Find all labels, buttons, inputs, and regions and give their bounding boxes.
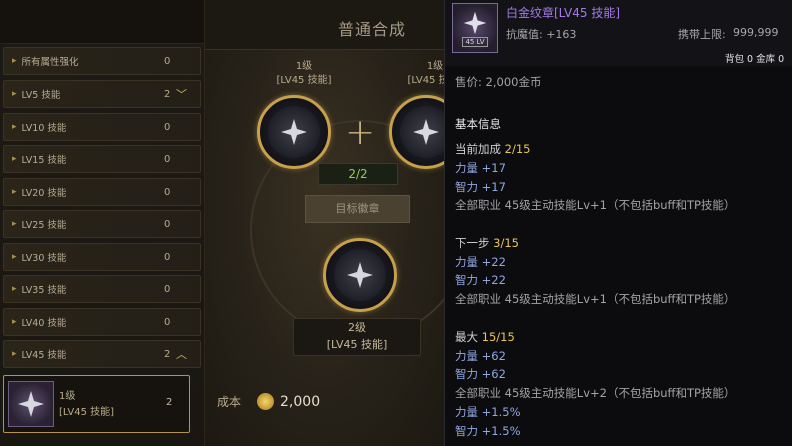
next-bonus-label: 下一步 bbox=[455, 236, 490, 250]
current-strength: 力量 +17 bbox=[455, 161, 506, 175]
tooltip-header: 45 LV 白金纹章[LV45 技能] 抗魔值: +163 携带上限: 999,… bbox=[445, 0, 792, 66]
category-row[interactable]: ▸ LV45 技能 2 ︿ bbox=[3, 340, 201, 368]
next-bonus-value: 3/15 bbox=[493, 236, 519, 250]
resist-value: 抗魔值: +163 bbox=[506, 28, 577, 41]
category-label: LV35 技能 bbox=[21, 285, 67, 296]
emblem-icon bbox=[8, 381, 54, 427]
inventory-count: 背包 0 金库 0 bbox=[725, 54, 785, 65]
category-count: 0 bbox=[164, 283, 171, 295]
bullet-icon: ▸ bbox=[12, 349, 17, 359]
category-row[interactable]: ▸ 所有属性强化 0 bbox=[3, 47, 201, 75]
left-material-slot[interactable] bbox=[257, 95, 331, 169]
category-row[interactable]: ▸ LV10 技能 0 bbox=[3, 113, 201, 141]
category-count: 2 bbox=[164, 348, 171, 360]
result-name: [LV45 技能] bbox=[326, 338, 388, 351]
bullet-icon: ▸ bbox=[12, 89, 17, 99]
synthesis-panel: 普通合成 1级 [LV45 技能] + 1级 [LV45 技能] 2/2 目标徽… bbox=[205, 0, 470, 446]
cost-value: 2,000 bbox=[280, 393, 321, 410]
category-row[interactable]: ▸ LV30 技能 0 bbox=[3, 243, 201, 271]
category-count: 0 bbox=[164, 153, 171, 165]
bullet-icon: ▸ bbox=[12, 56, 17, 66]
result-label: 2级 [LV45 技能] bbox=[293, 318, 421, 356]
category-label: LV20 技能 bbox=[21, 188, 67, 199]
current-bonus-value: 2/15 bbox=[504, 142, 531, 156]
category-row[interactable]: ▸ LV15 技能 0 bbox=[3, 145, 201, 173]
category-label: 所有属性强化 bbox=[21, 57, 79, 68]
category-label: LV5 技能 bbox=[21, 90, 61, 101]
target-emblem-banner: 目标徽章 bbox=[305, 195, 410, 223]
emblem-icon bbox=[268, 106, 320, 158]
category-panel-header bbox=[0, 0, 204, 44]
next-bonus: 下一步 3/15 bbox=[455, 235, 519, 251]
category-count: 0 bbox=[164, 121, 171, 133]
emblem-icon: 45 LV bbox=[452, 3, 498, 53]
selected-emblem-slot[interactable]: 1级 [LV45 技能] 2 bbox=[3, 375, 190, 433]
selected-emblem-count: 2 bbox=[166, 397, 173, 408]
current-bonus-label: 当前加成 bbox=[455, 142, 501, 156]
max-strength-percent: 力量 +1.5% bbox=[455, 405, 521, 419]
next-intelligence: 智力 +22 bbox=[455, 273, 506, 287]
material-progress: 2/2 bbox=[318, 163, 398, 185]
category-label: LV25 技能 bbox=[21, 220, 67, 231]
max-bonus: 最大 15/15 bbox=[455, 329, 515, 345]
item-name: 白金纹章[LV45 技能] bbox=[506, 6, 621, 20]
category-count: 2 bbox=[164, 88, 171, 100]
max-bonus-label: 最大 bbox=[455, 330, 478, 344]
emblem-icon bbox=[334, 249, 386, 301]
cost-label: 成本 bbox=[217, 395, 242, 409]
current-bonus: 当前加成 2/15 bbox=[455, 141, 530, 157]
bullet-icon: ▸ bbox=[12, 317, 17, 327]
icon-level-badge: 45 LV bbox=[462, 36, 488, 47]
max-skill-bonus: 全部职业 45级主动技能Lv+2（不包括buff和TP技能） bbox=[455, 386, 736, 400]
chevron-down-icon[interactable]: ﹀ bbox=[176, 86, 187, 102]
sell-price: 售价: 2,000金币 bbox=[455, 75, 542, 89]
synthesis-title: 普通合成 bbox=[338, 20, 407, 39]
current-intelligence: 智力 +17 bbox=[455, 180, 506, 194]
max-intelligence: 智力 +62 bbox=[455, 367, 506, 381]
bullet-icon: ▸ bbox=[12, 219, 17, 229]
category-count: 0 bbox=[164, 218, 171, 230]
category-row[interactable]: ▸ LV40 技能 0 bbox=[3, 308, 201, 336]
carry-limit-value: 999,999 bbox=[733, 26, 779, 39]
bullet-icon: ▸ bbox=[12, 154, 17, 164]
bullet-icon: ▸ bbox=[12, 122, 17, 132]
plus-icon: + bbox=[345, 112, 376, 153]
category-row[interactable]: ▸ LV25 技能 0 bbox=[3, 210, 201, 238]
selected-emblem-name: [LV45 技能] bbox=[59, 407, 115, 418]
category-label: LV30 技能 bbox=[21, 253, 67, 264]
bullet-icon: ▸ bbox=[12, 252, 17, 262]
result-slot[interactable] bbox=[323, 238, 397, 312]
synthesis-header: 普通合成 bbox=[205, 0, 445, 50]
category-count: 0 bbox=[164, 186, 171, 198]
gold-coin-icon bbox=[257, 393, 275, 410]
category-row[interactable]: ▸ LV35 技能 0 bbox=[3, 275, 201, 303]
category-count: 0 bbox=[164, 316, 171, 328]
category-row[interactable]: ▸ LV5 技能 2 ﹀ bbox=[3, 80, 201, 108]
next-strength: 力量 +22 bbox=[455, 255, 506, 269]
category-label: LV45 技能 bbox=[21, 350, 67, 361]
bullet-icon: ▸ bbox=[12, 187, 17, 197]
carry-limit-label: 携带上限: bbox=[678, 28, 726, 41]
category-row[interactable]: ▸ LV20 技能 0 bbox=[3, 178, 201, 206]
basic-info-heading: 基本信息 bbox=[455, 117, 501, 131]
selected-emblem-grade: 1级 bbox=[59, 391, 76, 402]
category-count: 0 bbox=[164, 55, 171, 67]
left-material-grade: 1级 bbox=[295, 61, 313, 72]
result-grade: 2级 bbox=[348, 321, 366, 334]
category-count: 0 bbox=[164, 251, 171, 263]
max-intelligence-percent: 智力 +1.5% bbox=[455, 424, 521, 438]
current-skill-bonus: 全部职业 45级主动技能Lv+1（不包括buff和TP技能） bbox=[455, 198, 736, 212]
next-skill-bonus: 全部职业 45级主动技能Lv+1（不包括buff和TP技能） bbox=[455, 292, 736, 306]
max-strength: 力量 +62 bbox=[455, 349, 506, 363]
max-bonus-value: 15/15 bbox=[481, 330, 515, 344]
item-tooltip: 45 LV 白金纹章[LV45 技能] 抗魔值: +163 携带上限: 999,… bbox=[444, 0, 792, 446]
bullet-icon: ▸ bbox=[12, 284, 17, 294]
category-label: LV10 技能 bbox=[21, 123, 67, 134]
chevron-up-icon[interactable]: ︿ bbox=[176, 346, 187, 362]
category-label: LV15 技能 bbox=[21, 155, 67, 166]
category-label: LV40 技能 bbox=[21, 318, 67, 329]
cost-row: 成本 2,000 bbox=[217, 393, 320, 410]
left-material-name: [LV45 技能] bbox=[276, 75, 332, 86]
